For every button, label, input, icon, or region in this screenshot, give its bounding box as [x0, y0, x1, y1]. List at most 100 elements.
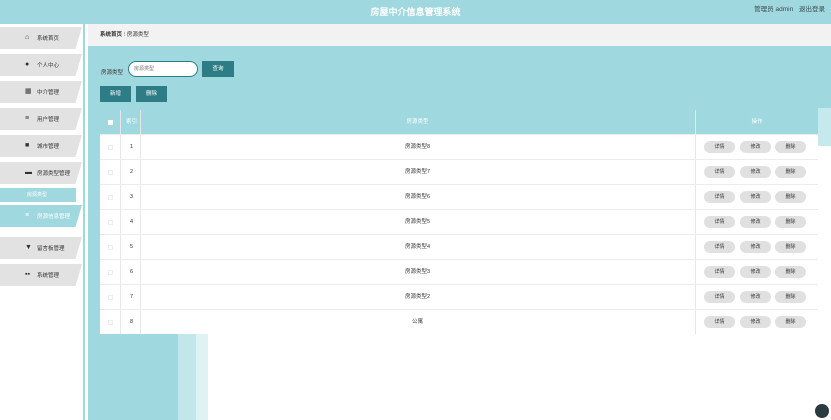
detail-button[interactable]: 详情: [704, 291, 735, 303]
row-delete-button[interactable]: 删除: [775, 191, 806, 203]
user-info: 管理员 admin 退出登录: [750, 0, 825, 20]
submenu-house-type[interactable]: 房源类型: [0, 188, 76, 202]
sidebar-item-users[interactable]: ≡ 用户管理: [0, 108, 82, 130]
row-type: 房源类型4: [404, 244, 431, 250]
sidebar-item-agency[interactable]: ▦ 中介管理: [0, 81, 82, 103]
scrollbar[interactable]: [818, 108, 831, 420]
building-icon: ▦: [25, 88, 32, 95]
row-delete-button[interactable]: 删除: [775, 266, 806, 278]
sidebar-item-home[interactable]: ⌂ 系统首页: [0, 27, 82, 49]
row-delete-button[interactable]: 删除: [775, 291, 806, 303]
table-row: 8 公寓 详情 修改 删除: [100, 309, 818, 334]
row-type: 房源类型5: [404, 219, 431, 225]
user-icon: ●: [25, 61, 30, 68]
table-row: 6 房源类型3 详情 修改 删除: [100, 259, 818, 284]
edit-button[interactable]: 修改: [740, 141, 771, 153]
row-delete-button[interactable]: 删除: [775, 141, 806, 153]
sidebar-item-label: 房源类型管理: [37, 171, 71, 177]
row-checkbox[interactable]: [108, 170, 113, 175]
sidebar-item-house-type[interactable]: ▬ 房源类型管理: [0, 162, 82, 184]
data-table: 索引 房源类型 操作 1 房源类型8 详情 修改 删除 2 房源类型7 详情 修…: [100, 110, 818, 334]
detail-button[interactable]: 详情: [704, 316, 735, 328]
table-row: 2 房源类型7 详情 修改 删除: [100, 159, 818, 184]
row-index: 3: [130, 194, 134, 200]
query-button[interactable]: 查询: [202, 61, 234, 77]
sidebar-item-profile[interactable]: ● 个人中心: [0, 54, 82, 76]
row-checkbox[interactable]: [108, 145, 113, 150]
content-footer: [208, 334, 831, 420]
header-index: 索引: [126, 119, 138, 125]
list-icon: ≡: [25, 115, 30, 122]
search-input[interactable]: [128, 61, 198, 77]
logout-link[interactable]: 退出登录: [799, 6, 825, 13]
sidebar-item-city[interactable]: ■ 城市管理: [0, 135, 82, 157]
detail-button[interactable]: 详情: [704, 241, 735, 253]
row-type: 公寓: [411, 319, 423, 325]
edit-button[interactable]: 修改: [740, 291, 771, 303]
row-delete-button[interactable]: 删除: [775, 316, 806, 328]
edit-button[interactable]: 修改: [740, 191, 771, 203]
box-icon: ■: [25, 142, 30, 149]
grid-icon: ▪▪: [25, 271, 30, 278]
table-row: 4 房源类型5 详情 修改 删除: [100, 209, 818, 234]
breadcrumb-separator: ⁝: [123, 32, 126, 38]
edit-button[interactable]: 修改: [740, 216, 771, 228]
row-delete-button[interactable]: 删除: [775, 241, 806, 253]
edit-button[interactable]: 修改: [740, 266, 771, 278]
sidebar-item-label: 城市管理: [37, 144, 60, 150]
header-ops: 操作: [751, 119, 763, 125]
add-button[interactable]: 新增: [100, 86, 131, 102]
breadcrumb: 系统首页 ⁝ 房源类型: [88, 24, 831, 46]
home-icon: ⌂: [25, 34, 30, 41]
breadcrumb-home[interactable]: 系统首页: [100, 32, 122, 38]
edit-button[interactable]: 修改: [740, 316, 771, 328]
detail-button[interactable]: 详情: [704, 191, 735, 203]
table-row: 5 房源类型4 详情 修改 删除: [100, 234, 818, 259]
edit-button[interactable]: 修改: [740, 166, 771, 178]
row-type: 房源类型7: [404, 169, 431, 175]
row-index: 2: [130, 169, 134, 175]
decor-stripe: [196, 334, 208, 420]
sidebar-item-label: 系统管理: [37, 273, 60, 279]
sidebar-item-house-info[interactable]: ≡ 房源信息管理: [0, 205, 82, 227]
row-index: 1: [130, 144, 134, 150]
sidebar-item-system[interactable]: ▪▪ 系统管理: [0, 264, 82, 286]
row-checkbox[interactable]: [108, 245, 113, 250]
row-type: 房源类型8: [404, 144, 431, 150]
app-title: 房屋中介信息管理系统: [370, 7, 461, 17]
scrollbar-thumb[interactable]: [818, 108, 831, 146]
sidebar-item-label: 房源信息管理: [37, 214, 71, 220]
breadcrumb-current: 房源类型: [126, 32, 149, 38]
row-delete-button[interactable]: 删除: [775, 166, 806, 178]
detail-button[interactable]: 详情: [704, 166, 735, 178]
row-index: 7: [130, 294, 134, 300]
decor-stripe: [178, 334, 196, 420]
user-label: 管理员 admin: [754, 6, 794, 13]
table-row: 7 房源类型2 详情 修改 删除: [100, 284, 818, 309]
row-checkbox[interactable]: [108, 320, 113, 325]
sidebar-item-label: 留言板管理: [37, 246, 65, 252]
row-checkbox[interactable]: [108, 195, 113, 200]
row-checkbox[interactable]: [108, 295, 113, 300]
row-checkbox[interactable]: [108, 270, 113, 275]
row-type: 房源类型2: [404, 294, 431, 300]
floating-widget[interactable]: [815, 404, 829, 418]
sidebar-item-guestbook[interactable]: ▼ 留言板管理: [0, 237, 82, 259]
select-all-checkbox[interactable]: [108, 120, 113, 125]
sidebar-item-label: 系统首页: [37, 36, 60, 42]
row-index: 6: [130, 269, 134, 275]
list-icon: ≡: [25, 212, 30, 219]
detail-button[interactable]: 详情: [704, 266, 735, 278]
row-index: 8: [130, 319, 134, 325]
delete-button[interactable]: 删除: [136, 86, 167, 102]
edit-button[interactable]: 修改: [740, 241, 771, 253]
detail-button[interactable]: 详情: [704, 216, 735, 228]
top-bar: 房屋中介信息管理系统 管理员 admin 退出登录: [0, 0, 831, 24]
sidebar-item-label: 个人中心: [37, 63, 60, 69]
trophy-icon: ▼: [25, 244, 32, 251]
row-delete-button[interactable]: 删除: [775, 216, 806, 228]
row-checkbox[interactable]: [108, 220, 113, 225]
row-type: 房源类型6: [404, 194, 431, 200]
detail-button[interactable]: 详情: [704, 141, 735, 153]
briefcase-icon: ▬: [25, 169, 32, 176]
